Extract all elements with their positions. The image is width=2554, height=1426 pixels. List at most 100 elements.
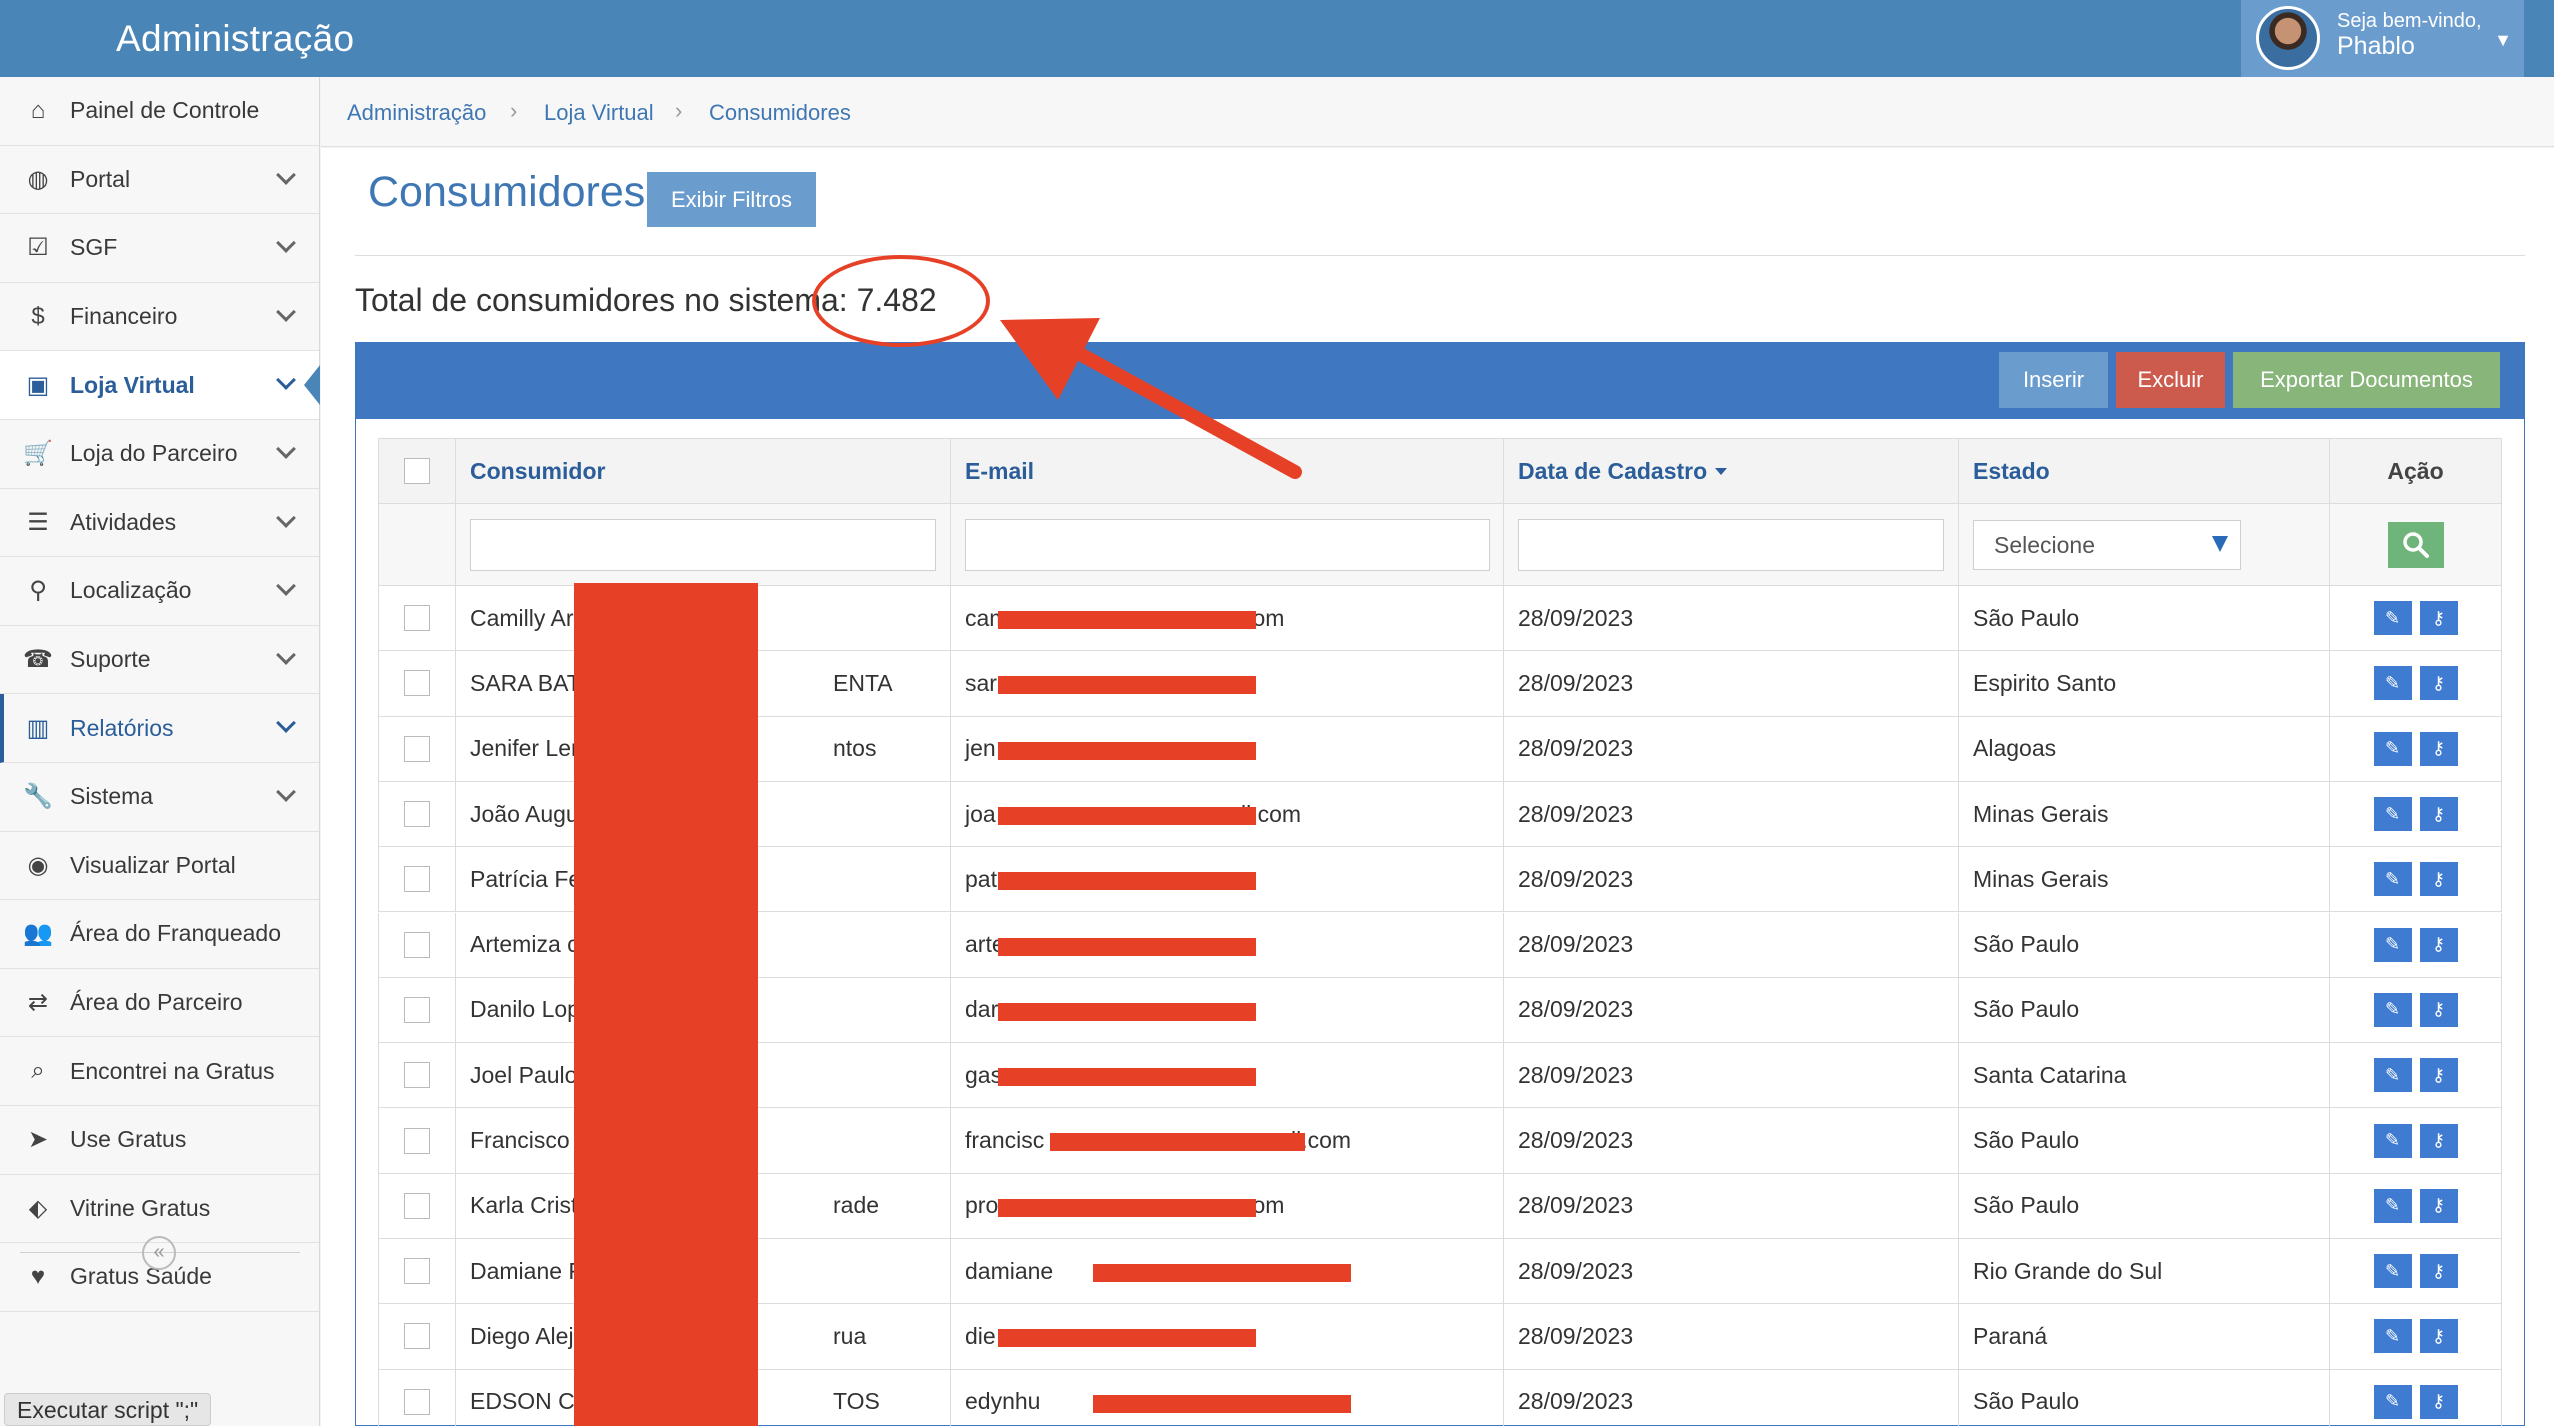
- access-button[interactable]: ⚷: [2419, 1319, 2458, 1354]
- pencil-icon: ✎: [2384, 1130, 2401, 1151]
- search-button[interactable]: [2387, 521, 2444, 568]
- sidebar-item-financeiro[interactable]: $ Financeiro: [0, 283, 319, 352]
- consumer-filter-input[interactable]: [470, 518, 936, 571]
- cell-text: São Paulo: [1973, 996, 2080, 1023]
- cell-text: francisc: [965, 1127, 1045, 1154]
- edit-button[interactable]: ✎: [2373, 1123, 2412, 1158]
- sidebar-item-atividades[interactable]: ☰ Atividades: [0, 489, 319, 558]
- email-filter-input[interactable]: [965, 518, 1490, 571]
- edit-button[interactable]: ✎: [2373, 862, 2412, 897]
- show-filters-button[interactable]: Exibir Filtros: [647, 172, 816, 227]
- edit-button[interactable]: ✎: [2373, 666, 2412, 701]
- chevron-down-icon[interactable]: [276, 164, 296, 185]
- chevron-down-icon[interactable]: [276, 507, 296, 528]
- breadcrumb-item-loja[interactable]: Loja Virtual: [544, 100, 654, 126]
- breadcrumb-item-consumidores[interactable]: Consumidores: [709, 100, 851, 126]
- edit-button[interactable]: ✎: [2373, 1188, 2412, 1223]
- chevron-down-icon[interactable]: [276, 576, 296, 597]
- key-icon: ⚷: [2431, 934, 2446, 955]
- sidebar-item--rea-do-parceiro[interactable]: ⇄ Área do Parceiro: [0, 969, 319, 1038]
- row-checkbox[interactable]: [404, 1192, 430, 1219]
- edit-button[interactable]: ✎: [2373, 1384, 2412, 1419]
- access-button[interactable]: ⚷: [2419, 797, 2458, 832]
- row-checkbox[interactable]: [404, 605, 430, 632]
- redaction-line: [1093, 1264, 1351, 1282]
- edit-button[interactable]: ✎: [2373, 1254, 2412, 1289]
- sidebar-item-encontrei-na-gratus[interactable]: ⌕ Encontrei na Gratus: [0, 1037, 319, 1106]
- access-button[interactable]: ⚷: [2419, 1058, 2458, 1093]
- row-checkbox[interactable]: [404, 1388, 430, 1415]
- row-checkbox[interactable]: [404, 996, 430, 1023]
- state-filter-select[interactable]: Selecione: [1973, 519, 2241, 570]
- edit-button[interactable]: ✎: [2373, 992, 2412, 1027]
- select-value: Selecione: [1994, 531, 2096, 558]
- row-checkbox[interactable]: [404, 1062, 430, 1089]
- sidebar-item-painel-de-controle[interactable]: ⌂ Painel de Controle: [0, 77, 319, 146]
- table-cell-state: São Paulo: [1958, 977, 2329, 1043]
- chevron-down-icon[interactable]: [276, 233, 296, 254]
- access-button[interactable]: ⚷: [2419, 731, 2458, 766]
- row-checkbox[interactable]: [404, 931, 430, 958]
- chevron-down-icon[interactable]: [276, 370, 296, 391]
- annotation-circle: [812, 255, 990, 347]
- chevron-down-icon[interactable]: [276, 301, 296, 322]
- sidebar-item-label: Visualizar Portal: [70, 851, 236, 878]
- sidebar-item-loja-virtual[interactable]: ▣ Loja Virtual: [0, 351, 320, 420]
- delete-button[interactable]: Excluir: [2116, 352, 2225, 408]
- sidebar-item-relat-rios[interactable]: ▥ Relatórios: [0, 694, 319, 763]
- row-checkbox[interactable]: [404, 1323, 430, 1350]
- access-button[interactable]: ⚷: [2419, 1254, 2458, 1289]
- row-checkbox[interactable]: [404, 866, 430, 893]
- column-header-state[interactable]: Estado: [1958, 439, 2329, 503]
- sidebar-item-portal[interactable]: ◍ Portal: [0, 146, 319, 215]
- edit-button[interactable]: ✎: [2373, 927, 2412, 962]
- app-title[interactable]: Administração: [0, 0, 354, 77]
- table-cell-chk: [378, 586, 455, 651]
- access-button[interactable]: ⚷: [2419, 927, 2458, 962]
- select-all-checkbox[interactable]: [404, 458, 430, 484]
- column-header-consumer[interactable]: Consumidor: [455, 439, 950, 503]
- edit-button[interactable]: ✎: [2373, 731, 2412, 766]
- insert-button[interactable]: Inserir: [1999, 352, 2108, 408]
- edit-button[interactable]: ✎: [2373, 1319, 2412, 1354]
- access-button[interactable]: ⚷: [2419, 1188, 2458, 1223]
- row-checkbox[interactable]: [404, 801, 430, 828]
- access-button[interactable]: ⚷: [2419, 666, 2458, 701]
- sidebar-item-sistema[interactable]: 🔧 Sistema: [0, 763, 319, 832]
- table-cell-state: Rio Grande do Sul: [1958, 1239, 2329, 1304]
- user-menu[interactable]: Seja bem-vindo, Phablo ▼: [2241, 0, 2524, 77]
- column-header-date[interactable]: Data de Cadastro: [1503, 439, 1958, 503]
- sidebar-item-loja-do-parceiro[interactable]: 🛒 Loja do Parceiro: [0, 420, 319, 489]
- collapse-sidebar-icon[interactable]: «: [142, 1236, 176, 1270]
- access-button[interactable]: ⚷: [2419, 992, 2458, 1027]
- chevron-down-icon[interactable]: [276, 713, 296, 734]
- row-checkbox[interactable]: [404, 735, 430, 762]
- edit-button[interactable]: ✎: [2373, 797, 2412, 832]
- chevron-down-icon[interactable]: [276, 644, 296, 665]
- sidebar-item-visualizar-portal[interactable]: ◉ Visualizar Portal: [0, 832, 319, 901]
- sidebar-item-localiza-o[interactable]: ⚲ Localização: [0, 557, 319, 626]
- cell-text: 28/09/2023: [1518, 1322, 1634, 1349]
- sidebar-item-suporte[interactable]: ☎ Suporte: [0, 626, 319, 695]
- sidebar-item-vitrine-gratus[interactable]: ⬖ Vitrine Gratus: [0, 1175, 319, 1244]
- access-button[interactable]: ⚷: [2419, 1384, 2458, 1419]
- date-filter-input[interactable]: [1518, 518, 1944, 571]
- sidebar-item-sgf[interactable]: ☑ SGF: [0, 214, 319, 283]
- cell-text: Rio Grande do Sul: [1973, 1257, 2163, 1284]
- redaction-line: [1093, 1394, 1351, 1413]
- export-documents-button[interactable]: Exportar Documentos: [2233, 352, 2500, 408]
- edit-button[interactable]: ✎: [2373, 601, 2412, 636]
- chevron-down-icon[interactable]: [276, 782, 296, 802]
- sidebar-item-use-gratus[interactable]: ➤ Use Gratus: [0, 1106, 319, 1175]
- chevron-down-icon[interactable]: [276, 439, 296, 459]
- row-checkbox[interactable]: [404, 1127, 430, 1154]
- sidebar-item--rea-do-franqueado[interactable]: 👥 Área do Franqueado: [0, 900, 319, 969]
- table-cell-state: Espirito Santo: [1958, 651, 2329, 716]
- row-checkbox[interactable]: [404, 670, 430, 697]
- row-checkbox[interactable]: [404, 1258, 430, 1285]
- breadcrumb-item-admin[interactable]: Administração: [347, 100, 486, 126]
- access-button[interactable]: ⚷: [2419, 1123, 2458, 1158]
- edit-button[interactable]: ✎: [2373, 1058, 2412, 1093]
- access-button[interactable]: ⚷: [2419, 601, 2458, 636]
- access-button[interactable]: ⚷: [2419, 862, 2458, 897]
